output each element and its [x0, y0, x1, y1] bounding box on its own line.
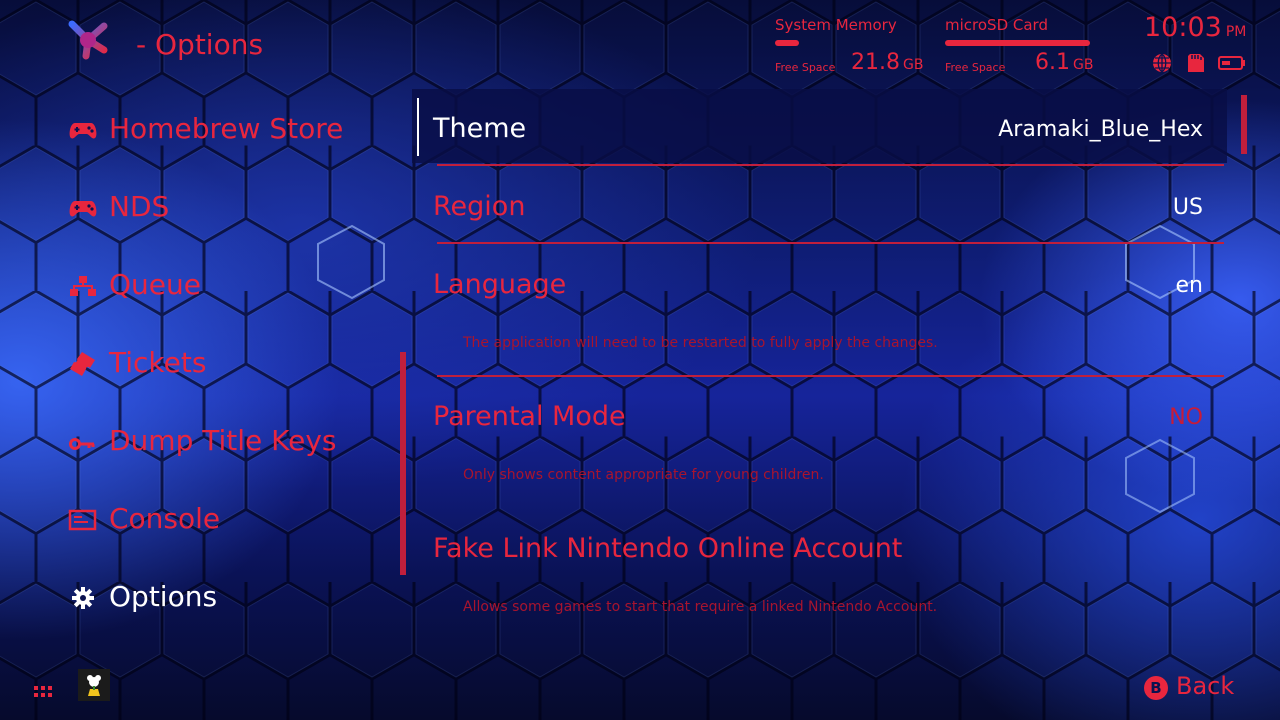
settings-row-parental-mode[interactable]: Parental Mode: [433, 401, 626, 432]
sidebar-item-label: Queue: [109, 268, 201, 301]
setting-description-language: The application will need to be restarte…: [463, 335, 938, 351]
setting-label-theme: Theme: [433, 113, 527, 144]
sidebar-item-label: NDS: [109, 190, 170, 223]
battery-icon: [1218, 56, 1245, 70]
sidebar-item-queue[interactable]: Queue: [68, 266, 388, 306]
system-memory-label: System Memory: [775, 16, 897, 34]
selection-cursor: [417, 98, 419, 156]
app-logo: [68, 20, 108, 60]
apps-grid-icon[interactable]: [34, 686, 52, 698]
sd-card-bar: [945, 40, 1090, 46]
sidebar-item-label: Homebrew Store: [109, 112, 344, 145]
sidebar-divider: [400, 352, 406, 575]
system-memory-bar: [775, 40, 799, 46]
gear-icon: [72, 587, 94, 609]
ticket-icon: [70, 352, 95, 376]
sidebar-item-label: Console: [109, 502, 221, 535]
setting-value-theme: Aramaki_Blue_Hex: [998, 117, 1203, 142]
clock: 10:03 PM: [1144, 12, 1247, 43]
settings-row-fake-link-account[interactable]: Fake Link Nintendo Online Account: [433, 533, 902, 564]
scrollbar[interactable]: [1241, 95, 1247, 154]
settings-row-region[interactable]: Region: [433, 191, 525, 222]
queue-icon: [70, 276, 96, 296]
setting-description-fake-link-account: Allows some games to start that require …: [463, 599, 938, 615]
back-label: Back: [1176, 672, 1235, 700]
sidebar-item-tickets[interactable]: Tickets: [68, 344, 388, 384]
key-icon: [69, 438, 95, 450]
sidebar-item-label: Dump Title Keys: [109, 424, 337, 457]
page-title: - Options: [136, 28, 264, 61]
sidebar-item-options[interactable]: Options: [68, 578, 388, 618]
row-separator: [437, 164, 1224, 166]
back-button[interactable]: B Back: [1144, 672, 1244, 702]
sd-card-free-value: 6.1 GB: [1035, 50, 1094, 75]
sd-card-icon: [1188, 54, 1204, 72]
sd-card-label: microSD Card: [945, 16, 1048, 34]
sidebar-item-label: Tickets: [109, 346, 207, 379]
row-separator: [437, 242, 1224, 244]
sidebar-item-homebrew-store[interactable]: Homebrew Store: [68, 110, 388, 150]
b-button-icon: B: [1144, 676, 1168, 700]
settings-row-language[interactable]: Language: [433, 269, 566, 300]
system-memory-free-value: 21.8 GB: [851, 50, 924, 75]
row-separator: [437, 375, 1224, 377]
avatar[interactable]: [78, 669, 110, 701]
setting-value-region: US: [1172, 195, 1203, 220]
sidebar-item-console[interactable]: Console: [68, 500, 388, 540]
gamepad-icon: [69, 123, 97, 139]
setting-description-parental-mode: Only shows content appropriate for young…: [463, 467, 824, 483]
sd-card-free-label: Free Space: [945, 61, 1006, 74]
sidebar-item-nds[interactable]: NDS: [68, 188, 388, 228]
gamepad-icon: [69, 201, 97, 217]
globe-icon: [1153, 53, 1171, 73]
sidebar-item-dump-title-keys[interactable]: Dump Title Keys: [68, 422, 388, 462]
sidebar-item-label: Options: [109, 580, 218, 613]
setting-value-parental-mode: NO: [1169, 405, 1203, 430]
setting-value-language: en: [1175, 273, 1203, 298]
system-memory-free-label: Free Space: [775, 61, 836, 74]
console-icon: [68, 509, 97, 531]
